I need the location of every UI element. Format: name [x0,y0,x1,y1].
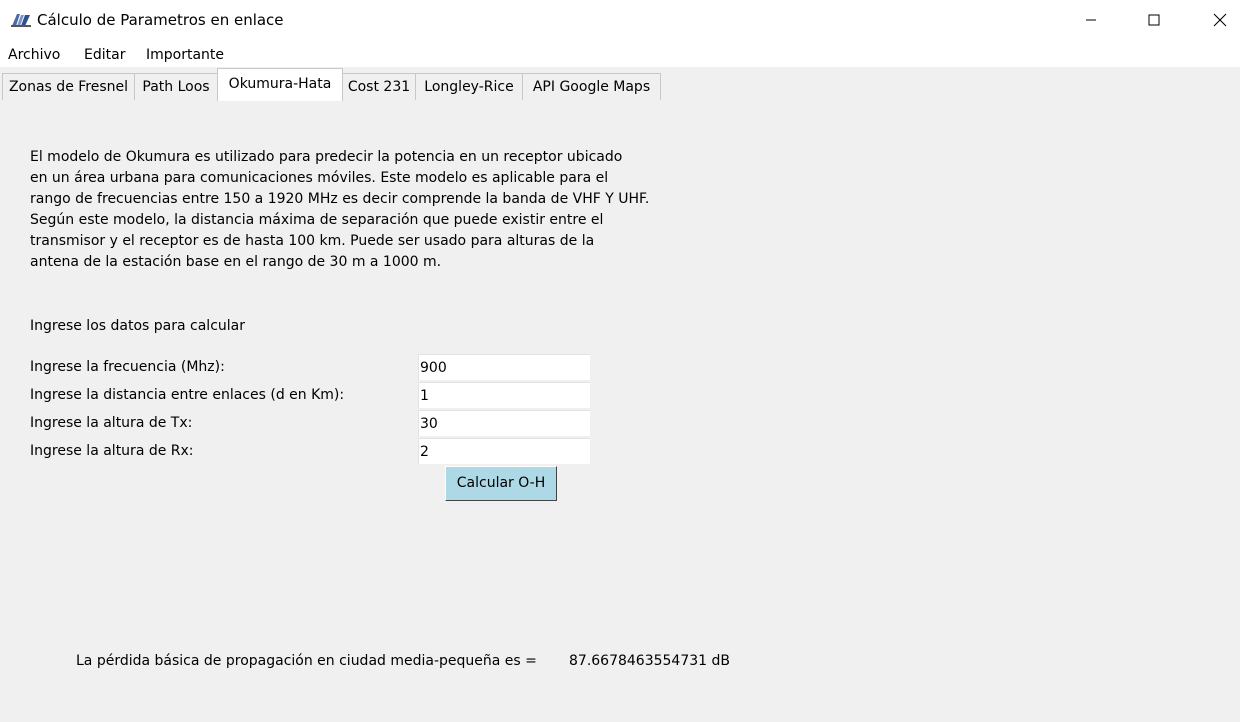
close-button[interactable] [1197,0,1240,40]
tab-panel-divider [0,100,1240,101]
distance-label: Ingrese la distancia entre enlaces (d en… [30,387,345,403]
tab-okumura-hata[interactable]: Okumura-Hata [217,68,343,101]
menu-bar: Archivo Editar Importante [0,40,1240,67]
description-line: antena de la estación base en el rango d… [30,254,442,270]
description-line: rango de frecuencias entre 150 a 1920 MH… [30,191,650,207]
minimize-button[interactable] [1068,0,1114,40]
form-prompt: Ingrese los datos para calcular [30,318,245,334]
rx-height-label: Ingrese la altura de Rx: [30,443,194,459]
close-icon [1213,13,1227,27]
model-description: El modelo de Okumura es utilizado para p… [30,147,710,273]
window-title: Cálculo de Parametros en enlace [37,11,284,29]
distance-input[interactable] [418,382,590,408]
tab-longley-rice[interactable]: Longley-Rice [415,73,523,101]
frequency-input[interactable] [418,354,590,380]
tx-height-label: Ingrese la altura de Tx: [30,415,193,431]
frequency-label: Ingrese la frecuencia (Mhz): [30,359,225,375]
rx-height-input[interactable] [418,438,590,464]
tk-feather-icon [11,14,31,27]
description-line: Según este modelo, la distancia máxima d… [30,212,604,228]
tx-height-input[interactable] [418,410,590,436]
menu-editar[interactable]: Editar [84,46,125,64]
description-line: transmisor y el receptor es de hasta 100… [30,233,595,249]
tab-path-loos[interactable]: Path Loos [134,73,218,101]
description-line: El modelo de Okumura es utilizado para p… [30,149,623,165]
menu-importante[interactable]: Importante [146,46,224,64]
tab-cost-231[interactable]: Cost 231 [342,73,416,101]
result-label: La pérdida básica de propagación en ciud… [76,653,537,669]
tab-api-google-maps[interactable]: API Google Maps [522,73,661,101]
description-line: en un área urbana para comunicaciones mó… [30,170,609,186]
maximize-button[interactable] [1131,0,1177,40]
minimize-icon [1086,19,1096,21]
maximize-icon [1148,14,1160,26]
menu-archivo[interactable]: Archivo [8,46,60,64]
result-value: 87.6678463554731 dB [569,653,730,669]
tab-bar: Zonas de Fresnel Path Loos Okumura-Hata … [0,67,1240,101]
tab-zonas-de-fresnel[interactable]: Zonas de Fresnel [2,73,135,101]
title-bar: Cálculo de Parametros en enlace [0,0,1240,40]
calcular-oh-button[interactable]: Calcular O-H [445,466,557,501]
